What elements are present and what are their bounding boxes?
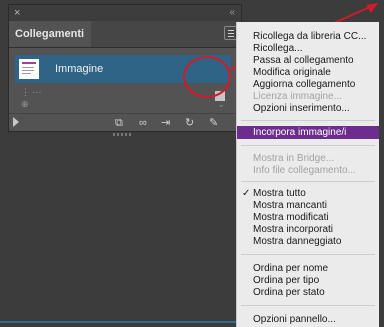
menu-item-link-file-info[interactable]: Info file collegamento... <box>237 165 379 177</box>
thumb-line <box>22 73 31 74</box>
panel-resize-grip[interactable] <box>113 133 131 136</box>
menu-item-show-damaged[interactable]: Mostra danneggiato <box>237 236 379 248</box>
panel-menu-button[interactable] <box>224 26 238 40</box>
edit-original-icon[interactable]: ✎ <box>209 116 218 130</box>
menu-item-show-embedded[interactable]: Mostra incorporati <box>237 224 379 236</box>
show-info-triangle-icon[interactable] <box>13 117 19 127</box>
menu-item-license-image[interactable]: Licenza immagine... <box>237 91 379 103</box>
hamburger-line <box>228 36 234 37</box>
menu-item-placement-options[interactable]: Opzioni inserimento... <box>237 103 379 115</box>
menu-item-sort-status[interactable]: Ordina per stato <box>237 287 379 299</box>
menu-item-reveal-bridge[interactable]: Mostra in Bridge... <box>237 153 379 165</box>
menu-item-panel-options[interactable]: Opzioni pannello... <box>237 314 379 326</box>
canvas-guide-line <box>0 321 237 323</box>
menu-item-relink[interactable]: Ricollega... <box>237 43 379 55</box>
link-chain-icon[interactable]: ∞ <box>139 116 147 130</box>
tab-collegamenti[interactable]: Collegamenti <box>9 21 91 47</box>
collapse-panel-icon[interactable]: « <box>229 6 235 20</box>
panel-flyout-menu: Ricollega da libreria CC... Ricollega...… <box>237 22 379 327</box>
thumb-line <box>22 67 34 68</box>
layer-info-icon: ⊕ <box>21 99 29 109</box>
close-icon[interactable]: × <box>14 6 20 20</box>
menu-separator <box>241 305 375 306</box>
menu-item-relink-cc[interactable]: Ricollega da libreria CC... <box>237 31 379 43</box>
scroll-down-icon[interactable]: ⌄ <box>217 99 225 110</box>
panel-toolbar: ⧉ ∞ ⇥ ↻ ✎ <box>9 113 241 132</box>
menu-separator <box>241 181 375 182</box>
thumb-line <box>22 62 36 64</box>
menu-item-goto-link[interactable]: Passa al collegamento <box>237 55 379 67</box>
goto-link-icon[interactable]: ⇥ <box>161 116 170 130</box>
menu-item-sort-name[interactable]: Ordina per nome <box>237 263 379 275</box>
menu-item-show-all[interactable]: ✓ Mostra tutto <box>237 188 379 200</box>
hamburger-line <box>228 33 234 34</box>
menu-item-label: Mostra tutto <box>253 188 306 199</box>
image-thumbnail <box>19 59 39 79</box>
annotation-circle <box>183 56 231 98</box>
info-toggle-icon[interactable]: ⋮ ··· <box>21 87 42 98</box>
checkmark-icon: ✓ <box>242 188 251 199</box>
menu-separator <box>241 145 375 146</box>
menu-item-show-missing[interactable]: Mostra mancanti <box>237 200 379 212</box>
panel-title-bar: × « <box>9 5 241 21</box>
menu-item-edit-original[interactable]: Modifica originale <box>237 67 379 79</box>
hamburger-line <box>228 30 234 31</box>
menu-separator <box>241 120 375 121</box>
menu-item-show-modified[interactable]: Mostra modificati <box>237 212 379 224</box>
menu-item-sort-type[interactable]: Ordina per tipo <box>237 275 379 287</box>
menu-item-embed-images[interactable]: Incorpora immagine/i <box>237 126 379 139</box>
menu-item-update-link[interactable]: Aggiorna collegamento <box>237 79 379 91</box>
relink-from-cc-icon[interactable]: ⧉ <box>115 116 123 130</box>
update-link-icon[interactable]: ↻ <box>185 116 194 130</box>
link-name: Immagine <box>55 63 104 75</box>
panel-tab-bar: Collegamenti <box>9 21 241 48</box>
thumb-line <box>22 70 34 71</box>
menu-separator <box>241 254 375 255</box>
